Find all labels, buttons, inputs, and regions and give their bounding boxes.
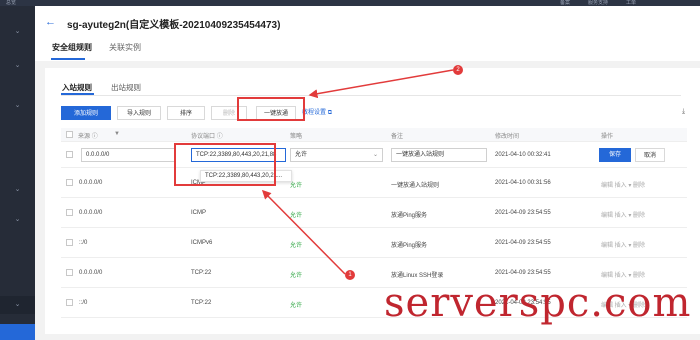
annotation-badge: 1 — [345, 270, 355, 280]
tab-divider — [61, 95, 681, 96]
column-header-actions: 操作 — [601, 134, 614, 140]
source-cell: 0.0.0.0/0 — [79, 270, 103, 276]
tutorial-link[interactable]: 教程设置 ⧉ — [302, 106, 332, 120]
remark-cell: 放通Ping服务 — [391, 243, 428, 249]
tutorial-link-label: 教程设置 — [302, 110, 327, 116]
table-row: ::/0 ICMPv6允许 放通Ping服务 2021-04-09 23:54:55 编… — [61, 228, 687, 258]
modified-cell: 2021-04-09 23:54:55 — [495, 210, 551, 216]
row-actions[interactable]: 编辑 插入 ▾ 删除 — [601, 240, 645, 249]
remark-cell: 放通Linux SSH登录 — [391, 273, 444, 279]
modified-cell: 2021-04-10 00:31:56 — [495, 180, 551, 186]
info-icon: ⓘ — [91, 134, 98, 140]
remark-input[interactable]: 一键放通入站规则 — [391, 148, 487, 162]
external-link-icon: ⧉ — [327, 110, 332, 116]
chevron-down-icon[interactable]: ⌄ — [14, 102, 21, 109]
policy-select[interactable]: 允许 ⌄ — [290, 148, 383, 162]
chevron-down-icon[interactable]: ⌄ — [14, 62, 21, 69]
active-tab-indicator — [51, 58, 85, 60]
port-cell: ICMP — [191, 210, 206, 216]
add-rule-button[interactable]: 添加规则 — [61, 106, 111, 120]
chevron-down-icon: ⌄ — [14, 301, 21, 308]
modified-cell: 2021-04-09 23:54:55 — [495, 240, 551, 246]
annotation-box-port — [174, 143, 276, 186]
chevron-down-icon: ⌄ — [372, 152, 378, 158]
port-cell: ICMPv6 — [191, 240, 213, 246]
filter-icon[interactable]: ▼ — [114, 131, 120, 137]
page-header: ← sg-ayuteg2n(自定义模板-20210409235454473) 安… — [35, 6, 700, 61]
save-button[interactable]: 保存 — [599, 148, 631, 162]
source-cell: ::/0 — [79, 240, 88, 246]
watermark: serverspc.com — [384, 280, 692, 326]
chevron-down-icon[interactable]: ⌄ — [14, 28, 21, 35]
sidebar-active-item[interactable]: ⌄ — [0, 296, 35, 314]
table-row-editing: 0.0.0.0/0 TCP:22,3389,80,443,20,21,88 允许… — [61, 142, 687, 168]
remark-cell: 一键放通入站规则 — [391, 183, 440, 189]
column-header-remark: 备注 — [391, 134, 404, 140]
column-header-policy: 策略 — [290, 134, 303, 140]
policy-select-value: 允许 — [295, 152, 308, 158]
policy-cell: 允许 — [290, 243, 303, 249]
policy-cell: 允许 — [290, 213, 303, 219]
annotation-badge: 2 — [453, 65, 463, 75]
tab-outbound-rules[interactable]: 出站规则 — [111, 82, 141, 93]
tab-security-rules[interactable]: 安全组规则 — [52, 42, 92, 53]
table-header: 来源 ⓘ ▼ 协议端口 ⓘ 策略 备注 修改时间 操作 — [61, 128, 687, 142]
tab-associated-instances[interactable]: 关联实例 — [109, 42, 141, 53]
row-actions[interactable]: 编辑 插入 ▾ 删除 — [601, 180, 645, 189]
column-header-source: 来源 ⓘ — [78, 131, 98, 140]
source-cell: 0.0.0.0/0 — [79, 180, 103, 186]
main-content: ← sg-ayuteg2n(自定义模板-20210409235454473) 安… — [35, 6, 700, 334]
column-header-modified: 修改时间 — [495, 134, 520, 140]
select-all-checkbox[interactable] — [66, 131, 73, 138]
table-row: 0.0.0.0/0 ICMP 允许 放通Ping服务 2021-04-09 23:54:… — [61, 198, 687, 228]
download-icon[interactable]: ⤓ — [682, 108, 685, 116]
row-checkbox[interactable] — [66, 269, 73, 276]
remark-cell: 放通Ping服务 — [391, 213, 428, 219]
policy-cell: 允许 — [290, 303, 303, 309]
row-checkbox[interactable] — [66, 151, 73, 158]
import-rules-button[interactable]: 导入规则 — [117, 106, 161, 120]
policy-cell: 允许 — [290, 273, 303, 279]
modified-time: 2021-04-10 00:32:41 — [495, 152, 551, 158]
chevron-down-icon[interactable]: ⌄ — [14, 216, 21, 223]
row-checkbox[interactable] — [66, 299, 73, 306]
back-arrow-icon[interactable]: ← — [45, 17, 56, 28]
row-checkbox[interactable] — [66, 179, 73, 186]
source-cell: ::/0 — [79, 300, 88, 306]
sidebar: ⌄ ⌄ ⌄ ⌄ ⌄ ⌄ — [0, 6, 35, 340]
row-actions[interactable]: 编辑 插入 ▾ 删除 — [601, 210, 645, 219]
column-header-source-label: 来源 — [78, 134, 91, 140]
table-row: 0.0.0.0/0 ICMP 允许 一键放通入站规则 2021-04-10 00:31:… — [61, 168, 687, 198]
modified-cell: 2021-04-09 23:54:55 — [495, 270, 551, 276]
sort-button[interactable]: 排序 — [167, 106, 205, 120]
chevron-down-icon[interactable]: ⌄ — [14, 186, 21, 193]
sidebar-bottom-item[interactable] — [0, 324, 35, 340]
cancel-button[interactable]: 取消 — [635, 148, 665, 162]
row-checkbox[interactable] — [66, 239, 73, 246]
page-title: sg-ayuteg2n(自定义模板-20210409235454473) — [67, 20, 281, 31]
tab-inbound-rules[interactable]: 入站规则 — [62, 82, 92, 93]
port-cell: TCP:22 — [191, 300, 212, 306]
source-cell: 0.0.0.0/0 — [79, 210, 103, 216]
row-actions[interactable]: 编辑 插入 ▾ 删除 — [601, 270, 645, 279]
source-input[interactable]: 0.0.0.0/0 — [81, 148, 176, 162]
annotation-box-open-all — [237, 97, 305, 121]
port-cell: TCP:22 — [191, 270, 212, 276]
column-header-port-label: 协议端口 — [191, 134, 216, 140]
row-checkbox[interactable] — [66, 209, 73, 216]
column-header-port: 协议端口 ⓘ — [191, 131, 223, 140]
info-icon: ⓘ — [216, 134, 223, 140]
active-tab-indicator — [61, 93, 94, 95]
